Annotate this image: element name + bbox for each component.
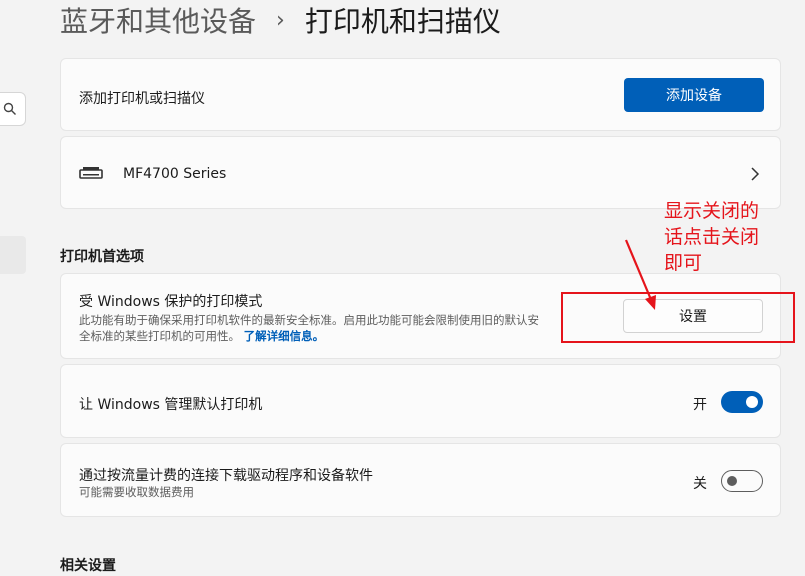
search-icon <box>3 102 16 115</box>
manage-default-title: 让 Windows 管理默认打印机 <box>79 397 263 413</box>
add-printer-label: 添加打印机或扫描仪 <box>79 91 205 107</box>
add-printer-card: 添加打印机或扫描仪 添加设备 <box>60 58 781 131</box>
protected-mode-description: 此功能有助于确保采用打印机软件的最新安全标准。启用此功能可能会限制使用旧的默认安… <box>79 312 619 344</box>
settings-page: 蓝牙和其他设备 › 打印机和扫描仪 添加打印机或扫描仪 添加设备 MF4700 … <box>0 0 805 576</box>
description-line-2: 全标准的某些打印机的可用性。 <box>79 329 240 343</box>
sidebar-item-selected[interactable] <box>0 236 26 274</box>
page-title: 打印机和扫描仪 <box>304 5 501 38</box>
metered-download-card: 通过按流量计费的连接下载驱动程序和设备软件 可能需要收取数据费用 关 <box>60 443 781 517</box>
printer-icon <box>79 167 103 179</box>
section-heading-related-settings: 相关设置 <box>60 558 116 574</box>
annotation-highlight-box <box>561 292 795 343</box>
annotation-line-2: 话点击关闭 <box>664 226 760 248</box>
annotation-line-3: 即可 <box>664 252 703 274</box>
metered-download-toggle[interactable] <box>721 470 763 492</box>
annotation-line-1: 显示关闭的 <box>664 200 760 222</box>
toggle-knob <box>727 476 737 486</box>
breadcrumb-separator: › <box>276 7 285 33</box>
add-device-button[interactable]: 添加设备 <box>624 78 764 112</box>
learn-more-link[interactable]: 了解详细信息。 <box>244 329 325 343</box>
metered-download-title: 通过按流量计费的连接下载驱动程序和设备软件 <box>79 468 373 484</box>
protected-mode-title: 受 Windows 保护的打印模式 <box>79 294 263 310</box>
manage-default-toggle[interactable] <box>721 391 763 413</box>
search-input[interactable] <box>0 92 26 126</box>
section-heading-printer-prefs: 打印机首选项 <box>60 249 144 265</box>
manage-default-printer-card: 让 Windows 管理默认打印机 开 <box>60 364 781 438</box>
toggle-knob <box>746 396 758 408</box>
breadcrumb-parent[interactable]: 蓝牙和其他设备 <box>60 0 256 40</box>
description-line-1: 此功能有助于确保采用打印机软件的最新安全标准。启用此功能可能会限制使用旧的默认安 <box>79 313 539 327</box>
breadcrumb: 蓝牙和其他设备 › 打印机和扫描仪 <box>60 0 501 40</box>
manage-default-state-label: 开 <box>693 397 707 413</box>
metered-download-description: 可能需要收取数据费用 <box>79 485 194 499</box>
chevron-right-icon <box>751 167 760 181</box>
annotation-note: 显示关闭的 话点击关闭 即可 <box>664 198 784 276</box>
metered-download-state-label: 关 <box>693 476 707 492</box>
printer-name: MF4700 Series <box>123 166 227 182</box>
